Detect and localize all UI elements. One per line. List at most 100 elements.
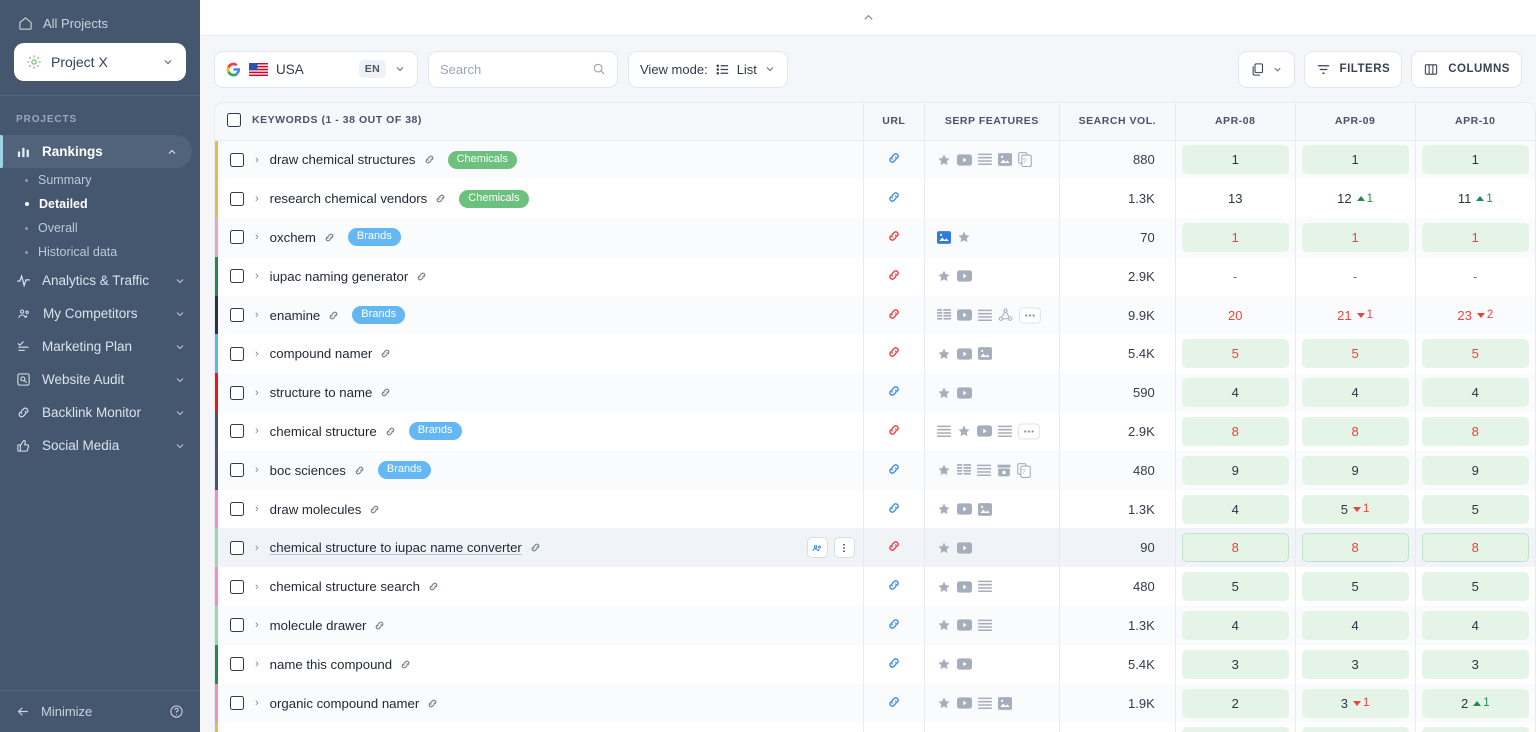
- expand-row-icon[interactable]: ›: [255, 309, 259, 321]
- expand-row-icon[interactable]: ›: [255, 154, 259, 166]
- keyword-link-icon[interactable]: [423, 153, 436, 166]
- rank-cell[interactable]: 1: [1174, 140, 1296, 180]
- serp-feature-shop-icon[interactable]: [997, 464, 1011, 477]
- url-link-icon[interactable]: [886, 150, 902, 166]
- rank-cell[interactable]: 8: [1414, 528, 1535, 568]
- column-header-serp-features[interactable]: SERP FEATURES: [923, 103, 1060, 141]
- url-link-icon[interactable]: [886, 538, 902, 554]
- serp-feature-star-icon[interactable]: [937, 269, 951, 283]
- rank-cell[interactable]: 5: [1294, 334, 1416, 374]
- rank-cell[interactable]: 2: [1174, 683, 1296, 723]
- column-header-keywords[interactable]: KEYWORDS (1 - 38 OUT OF 38): [215, 103, 864, 141]
- url-link-icon[interactable]: [886, 461, 902, 477]
- row-checkbox[interactable]: [230, 502, 244, 517]
- serp-feature-cards-icon[interactable]: ?: [1016, 462, 1031, 478]
- column-header-apr-09[interactable]: APR-09: [1294, 103, 1416, 141]
- keyword-link-icon[interactable]: [379, 347, 392, 360]
- serp-feature-star-icon[interactable]: [937, 696, 951, 710]
- select-all-checkbox[interactable]: [227, 112, 241, 127]
- keyword-link-icon[interactable]: [353, 464, 366, 477]
- expand-row-icon[interactable]: ›: [255, 658, 259, 670]
- rank-cell[interactable]: 8: [1294, 528, 1416, 568]
- expand-row-icon[interactable]: ›: [255, 193, 259, 205]
- serp-feature-more-icon[interactable]: [1018, 307, 1041, 324]
- url-link-icon[interactable]: [886, 577, 902, 593]
- url-link-icon[interactable]: [886, 422, 902, 438]
- row-checkbox[interactable]: [230, 579, 244, 594]
- url-link-icon[interactable]: [886, 306, 902, 322]
- serp-feature-star-icon[interactable]: [937, 541, 951, 555]
- sidebar-item-backlink-monitor[interactable]: Backlink Monitor: [0, 396, 200, 429]
- column-header-apr-08[interactable]: APR-08: [1174, 103, 1296, 141]
- table-row[interactable]: › organic compound namer 1.9K 2 3 1 2 1: [215, 683, 1535, 723]
- keyword-link-icon[interactable]: [434, 192, 447, 205]
- rank-cell[interactable]: 12 1: [1294, 179, 1416, 219]
- row-checkbox[interactable]: [230, 346, 244, 361]
- table-row[interactable]: › oxchem Brands 70 1 1 1: [215, 218, 1535, 257]
- serp-feature-video-icon[interactable]: [956, 348, 972, 360]
- sidebar-item-my-competitors[interactable]: My Competitors: [0, 297, 200, 330]
- project-selector[interactable]: Project X: [14, 43, 186, 81]
- filters-button[interactable]: FILTERS: [1303, 50, 1403, 88]
- rank-cell[interactable]: -: [1294, 256, 1416, 296]
- sidebar-item-social-media[interactable]: Social Media: [0, 429, 200, 462]
- rank-cell[interactable]: 23 2: [1414, 295, 1535, 335]
- row-checkbox[interactable]: [230, 463, 244, 478]
- serp-feature-star-icon[interactable]: [957, 424, 971, 438]
- rank-cell[interactable]: 8: [1174, 412, 1296, 451]
- minimize-label[interactable]: Minimize: [41, 704, 159, 719]
- rank-cell[interactable]: 8: [1414, 412, 1535, 451]
- serp-feature-video-icon[interactable]: [956, 581, 972, 593]
- expand-row-icon[interactable]: ›: [255, 619, 259, 631]
- keyword-link-icon[interactable]: [399, 658, 412, 671]
- serp-feature-list-icon[interactable]: [977, 153, 992, 166]
- column-header-search-volume[interactable]: SEARCH VOL.: [1058, 103, 1176, 141]
- rank-cell[interactable]: 1: [1294, 218, 1416, 257]
- serp-feature-video-icon[interactable]: [956, 542, 972, 554]
- kebab-menu-icon[interactable]: [833, 537, 855, 559]
- serp-feature-video-icon[interactable]: [956, 387, 972, 399]
- sidebar-item-marketing-plan[interactable]: Marketing Plan: [0, 330, 200, 363]
- rank-cell[interactable]: 4: [1414, 373, 1535, 413]
- table-row[interactable]: › compound namer 5.4K 5 5 5: [215, 334, 1535, 374]
- rank-cell[interactable]: [1294, 722, 1416, 732]
- keyword-tag[interactable]: Chemicals: [459, 189, 529, 208]
- rank-cell[interactable]: 5: [1414, 489, 1535, 529]
- expand-row-icon[interactable]: ›: [255, 581, 259, 593]
- serp-feature-list-icon[interactable]: [977, 309, 992, 322]
- serp-feature-star-icon[interactable]: [937, 153, 951, 167]
- serp-feature-video-icon[interactable]: [956, 503, 972, 515]
- expand-row-icon[interactable]: ›: [255, 425, 259, 437]
- sidebar-item-summary[interactable]: Summary: [0, 168, 200, 192]
- table-row[interactable]: › molecule drawer 1.3K 4 4 4: [215, 606, 1535, 645]
- sidebar-item-website-audit[interactable]: Website Audit: [0, 363, 200, 396]
- keyword-link-icon[interactable]: [327, 309, 340, 322]
- serp-feature-video-icon[interactable]: [956, 697, 972, 709]
- table-row[interactable]: › chemical structure to iupac name conve…: [215, 528, 1535, 568]
- rank-cell[interactable]: 9: [1294, 450, 1416, 490]
- url-link-icon[interactable]: [886, 694, 902, 710]
- url-link-icon[interactable]: [886, 267, 902, 283]
- people-blue-icon[interactable]: [806, 537, 828, 559]
- table-row[interactable]: › boc sciences Brands ? 480 9 9 9: [215, 450, 1535, 490]
- row-checkbox[interactable]: [230, 308, 244, 323]
- expand-row-icon[interactable]: ›: [255, 503, 259, 515]
- table-row[interactable]: › structure to name 590 4 4 4: [215, 373, 1535, 413]
- column-header-apr-10[interactable]: APR-10: [1414, 103, 1535, 141]
- row-checkbox[interactable]: [230, 540, 244, 555]
- serp-feature-image-icon[interactable]: [977, 502, 992, 516]
- keyword-link-icon[interactable]: [323, 231, 336, 244]
- sidebar-item-overall[interactable]: Overall: [0, 216, 200, 240]
- url-link-icon[interactable]: [886, 344, 902, 360]
- row-checkbox[interactable]: [230, 618, 244, 633]
- rank-cell[interactable]: 9: [1174, 450, 1296, 490]
- keyword-link-icon[interactable]: [379, 386, 392, 399]
- rank-cell[interactable]: 5: [1174, 334, 1296, 374]
- search-input[interactable]: Search: [428, 50, 618, 88]
- row-checkbox[interactable]: [230, 424, 244, 439]
- rank-cell[interactable]: 21: [1414, 683, 1535, 723]
- table-row[interactable]: ›: [215, 722, 1535, 732]
- table-row[interactable]: › draw molecules 1.3K 4 5 1 5: [215, 489, 1535, 529]
- serp-feature-star-icon[interactable]: [937, 502, 951, 516]
- serp-feature-image-icon[interactable]: [997, 696, 1012, 710]
